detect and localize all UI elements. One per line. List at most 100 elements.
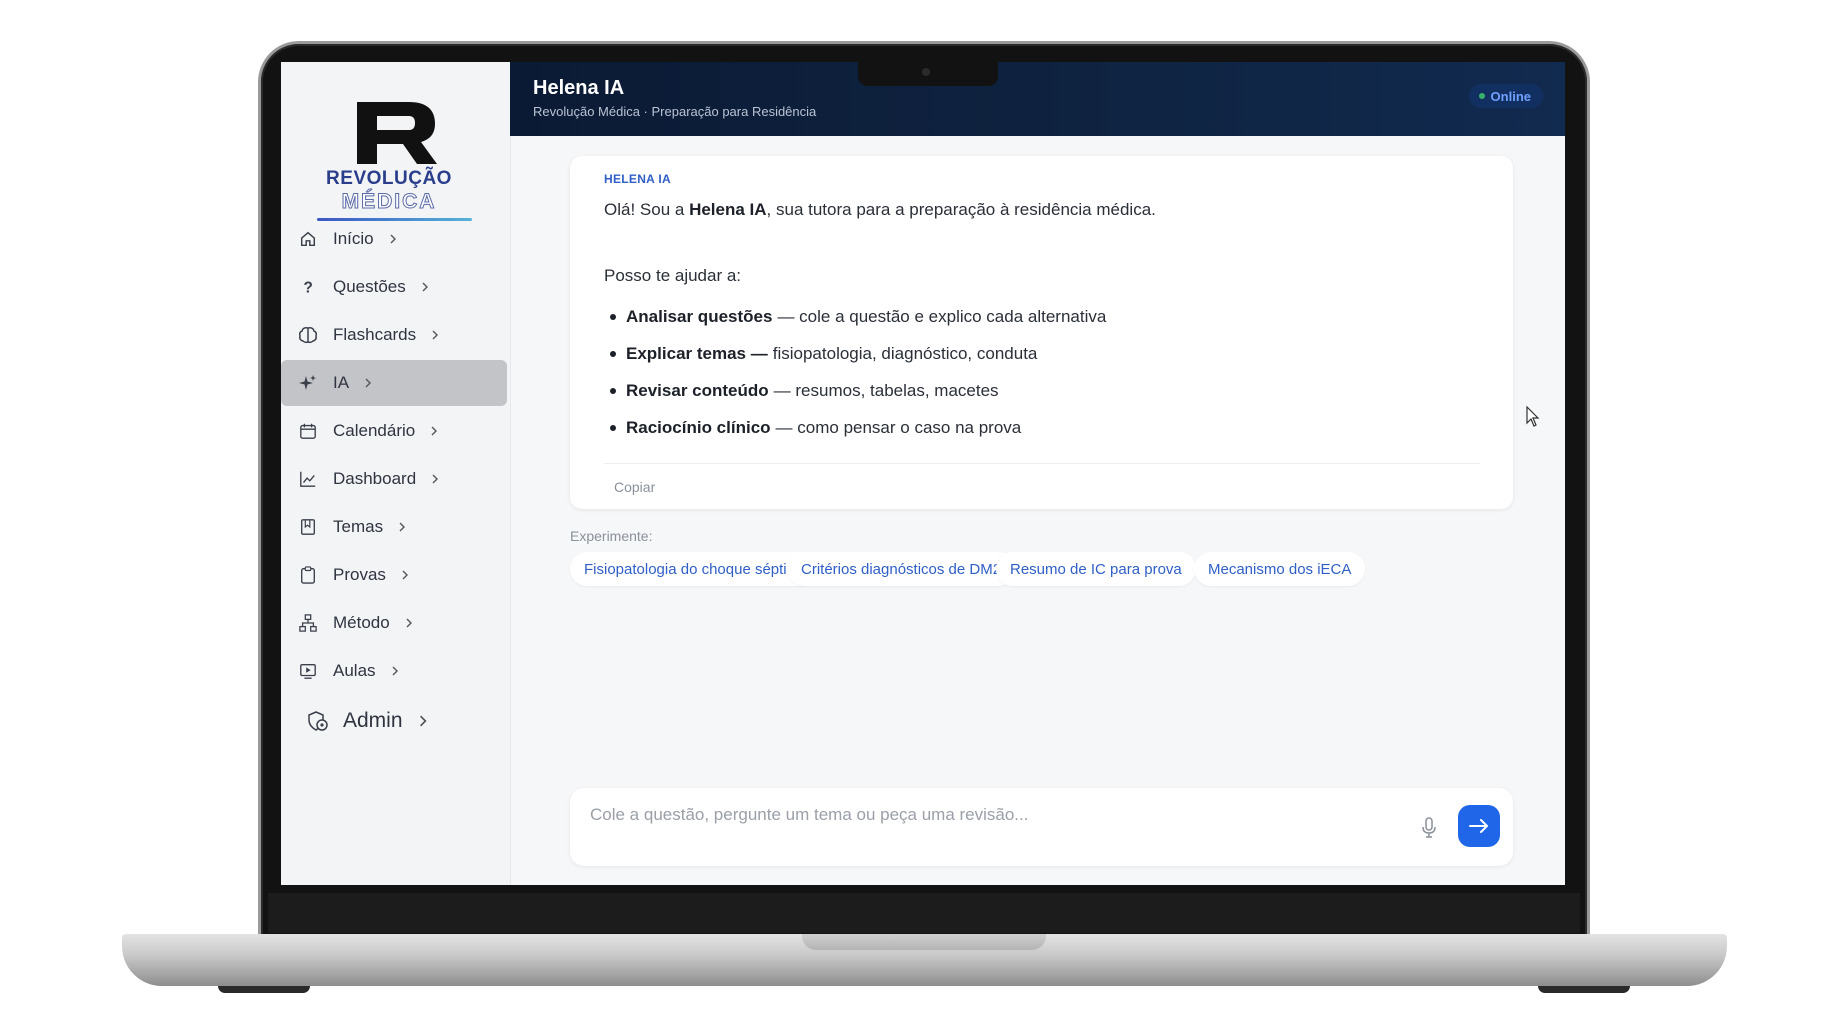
suggestions-label: Experimente: — [570, 528, 653, 544]
sidebar-item-label: Flashcards — [333, 325, 417, 344]
list-item-text: — resumos, tabelas, macetes — [773, 380, 999, 400]
mouse-cursor-icon — [1526, 406, 1540, 427]
brain-icon — [297, 324, 319, 346]
chart-icon — [297, 468, 319, 490]
sidebar-item-admin[interactable]: Admin — [281, 698, 510, 744]
network-icon — [297, 612, 319, 634]
camera-notch — [858, 60, 998, 86]
status-label: Online — [1490, 88, 1531, 104]
chevron-right-icon — [399, 522, 406, 532]
chevron-right-icon — [422, 282, 428, 292]
sidebar-item-metodo[interactable]: Método — [281, 600, 510, 646]
arrow-right-icon — [1469, 819, 1488, 833]
list-item-text: fisiopatologia, diagnóstico, conduta — [772, 343, 1038, 363]
status-badge: Online — [1468, 84, 1543, 108]
list-item-bold: Revisar conteúdo — [626, 380, 769, 400]
laptop-foot-left — [218, 986, 310, 993]
clipboard-icon — [297, 564, 319, 586]
sidebar-item-ia[interactable]: IA — [281, 360, 507, 406]
svg-text:?: ? — [304, 279, 313, 296]
list-item: Revisar conteúdo — resumos, tabelas, mace… — [604, 372, 1484, 409]
chevron-right-icon — [402, 570, 408, 580]
list-item-bold: Explicar temas — — [626, 343, 768, 363]
sidebar-item-label: IA — [333, 373, 350, 392]
suggestion-chip[interactable]: Fisiopatologia do choque séptico — [570, 552, 817, 586]
list-item: Raciocínio clínico — como pensar o caso n… — [604, 409, 1484, 446]
suggestion-chip[interactable]: Critérios diagnósticos de DM2 — [787, 552, 1016, 586]
video-icon — [297, 660, 319, 682]
sidebar-item-label: Provas — [333, 565, 386, 584]
suggestion-chip[interactable]: Resumo de IC para prova — [996, 552, 1196, 586]
bullet-icon — [610, 350, 616, 357]
greeting-suffix: , sua tutora para a preparação à residên… — [766, 200, 1156, 219]
bullet-icon — [610, 313, 616, 320]
sidebar-item-provas[interactable]: Provas — [281, 552, 510, 598]
message-intro: Posso te ajudar a: — [604, 266, 742, 285]
list-item-bold: Raciocínio clínico — [626, 417, 771, 437]
logo-text-line1: REVOLUÇÃO — [326, 168, 452, 189]
chat-composer — [570, 788, 1513, 866]
greeting-prefix: Olá! Sou a — [604, 200, 690, 219]
chat-header: Helena IA Revolução Médica · Preparação … — [510, 62, 1565, 136]
list-item: Analisar questões — cole a questão e expl… — [604, 298, 1484, 335]
sparkles-icon — [297, 372, 319, 394]
app-logo[interactable]: REVOLUÇÃO MÉDICA — [319, 98, 459, 214]
laptop-base — [122, 934, 1727, 986]
sidebar-item-questoes[interactable]: ? Questões — [281, 264, 510, 310]
sidebar-item-inicio[interactable]: Início — [281, 216, 510, 262]
sidebar-item-label: Aulas — [333, 661, 376, 680]
chat-title: Helena IA — [533, 77, 625, 99]
greeting-name: Helena IA — [689, 200, 767, 219]
list-item-text: — cole a questão e explico cada alternat… — [777, 306, 1107, 326]
sidebar-item-label: Calendário — [333, 421, 416, 440]
chevron-right-icon — [392, 666, 398, 676]
suggestion-chip[interactable]: Mecanismo dos iECA — [1194, 552, 1366, 586]
capability-list: Analisar questões — cole a questão e expl… — [604, 298, 1484, 446]
list-item: Explicar temas — fisiopatologia, diagnóst… — [604, 335, 1484, 372]
sidebar-item-label: Temas — [333, 517, 384, 536]
laptop-bezel-bottom — [268, 893, 1580, 933]
send-button[interactable] — [1458, 805, 1500, 847]
status-dot-icon — [1478, 93, 1485, 99]
bullet-icon — [610, 424, 616, 431]
sidebar-item-dashboard[interactable]: Dashboard — [281, 456, 510, 502]
microphone-button[interactable] — [1418, 815, 1440, 841]
sidebar-item-label: Método — [333, 613, 390, 632]
chevron-right-icon — [390, 234, 396, 244]
message-sender: HELENA IA — [604, 172, 671, 186]
copy-button[interactable]: Copiar — [614, 479, 655, 495]
app-screen: REVOLUÇÃO MÉDICA Início ? Questões Flash… — [281, 62, 1565, 885]
home-icon — [297, 228, 319, 250]
shield-user-icon — [307, 710, 329, 732]
laptop-groove — [802, 934, 1046, 950]
laptop-foot-right — [1538, 986, 1630, 993]
chat-subtitle: Revolução Médica · Preparação para Resid… — [533, 104, 817, 119]
assistant-message: HELENA IA Olá! Sou a Helena IA, sua tuto… — [570, 156, 1513, 509]
sidebar-item-temas[interactable]: Temas — [281, 504, 510, 550]
sidebar-item-label: Admin — [343, 709, 403, 732]
message-divider — [604, 463, 1480, 464]
chevron-right-icon — [432, 474, 439, 484]
book-icon — [297, 516, 319, 538]
chevron-right-icon — [406, 618, 412, 628]
camera-icon — [922, 68, 930, 76]
sidebar-item-flashcards[interactable]: Flashcards — [281, 312, 510, 358]
sidebar-item-label: Dashboard — [333, 469, 417, 488]
question-icon: ? — [297, 276, 319, 298]
list-item-bold: Analisar questões — [626, 306, 773, 326]
sidebar-item-calendario[interactable]: Calendário — [281, 408, 510, 454]
sidebar-item-label: Questões — [333, 277, 406, 296]
microphone-icon — [1422, 817, 1436, 838]
logo-text-line2: MÉDICA — [341, 190, 437, 214]
chevron-right-icon — [419, 715, 427, 727]
message-greeting: Olá! Sou a Helena IA, sua tutora para a … — [604, 200, 1156, 220]
chevron-right-icon — [365, 378, 372, 388]
chevron-right-icon — [432, 330, 439, 340]
sidebar-item-aulas[interactable]: Aulas — [281, 648, 510, 694]
chevron-right-icon — [431, 426, 438, 436]
logo-r-icon — [357, 102, 437, 164]
bullet-icon — [610, 387, 616, 394]
calendar-icon — [297, 420, 319, 442]
sidebar-item-label: Início — [333, 229, 374, 248]
chat-input[interactable] — [588, 798, 1412, 832]
